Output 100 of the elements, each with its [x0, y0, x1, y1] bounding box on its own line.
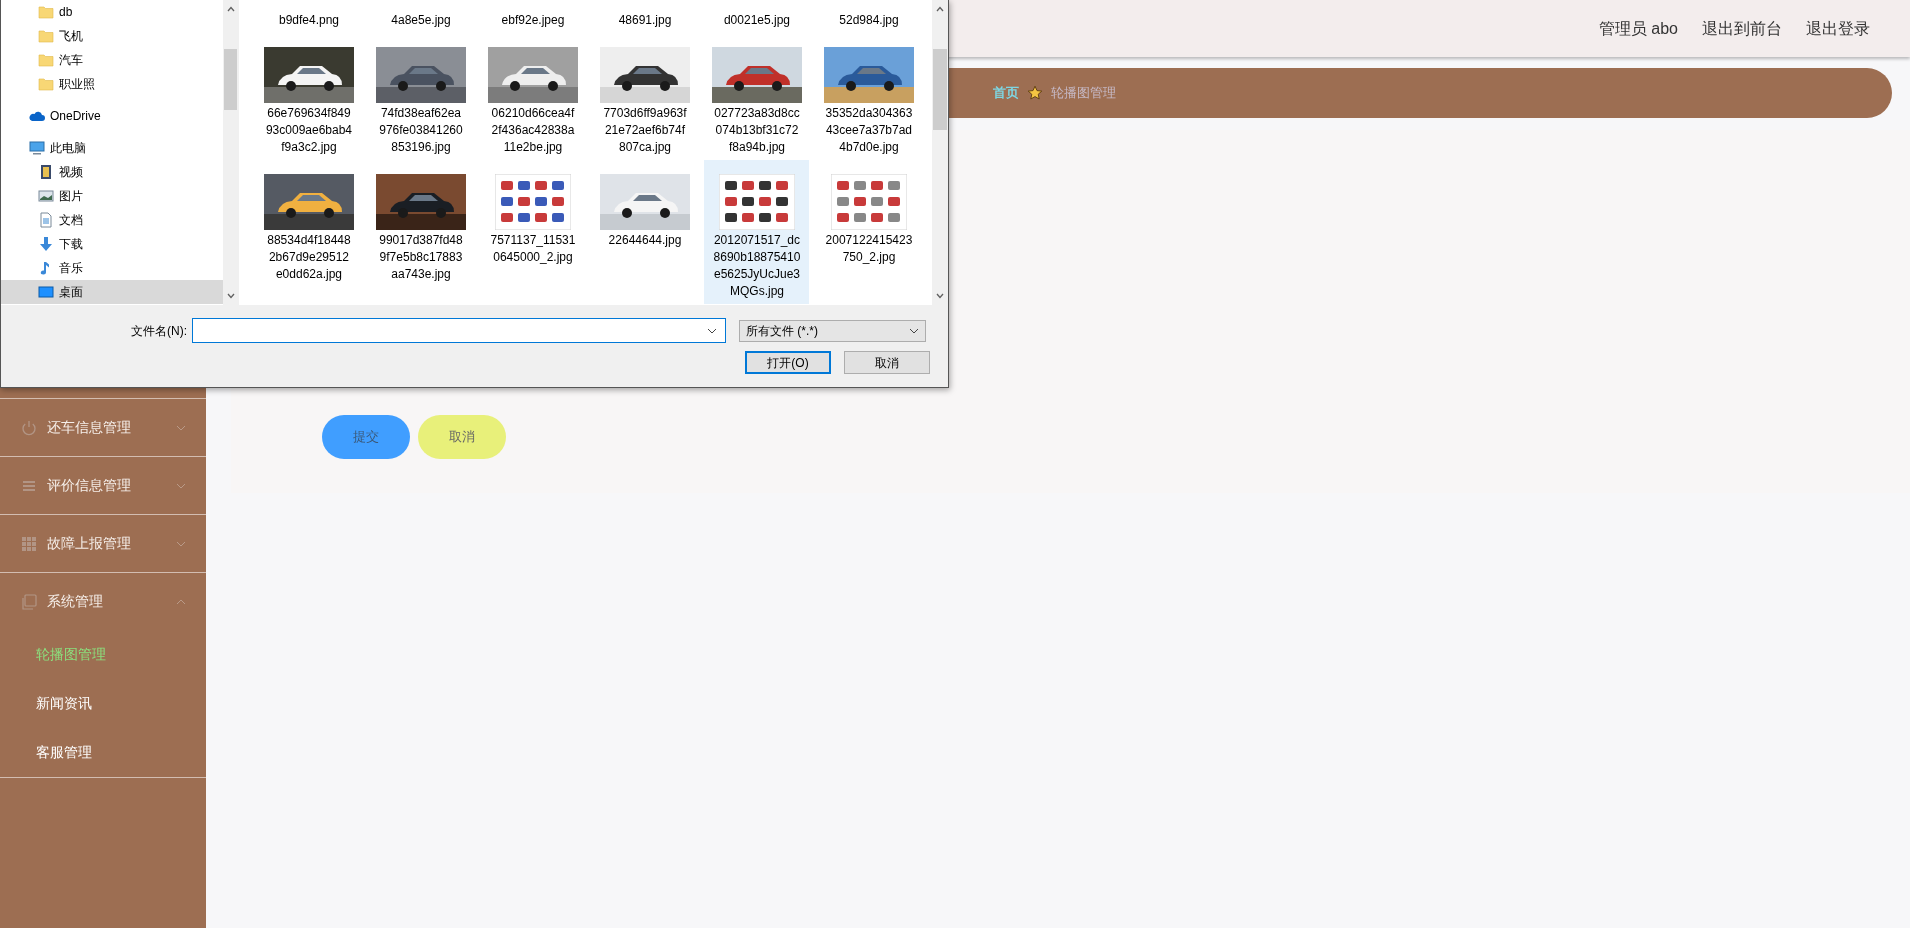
- tree-label: 职业照: [59, 76, 95, 93]
- file-item[interactable]: 48691.jpg: [592, 8, 698, 33]
- file-name: ebf92e.jpeg: [500, 12, 566, 29]
- file-item[interactable]: ebf92e.jpeg: [480, 8, 586, 33]
- sidebar-menu-item[interactable]: 评价信息管理: [0, 457, 206, 514]
- folder-icon: [38, 4, 54, 20]
- file-item[interactable]: 2012071517_dc 8690b18875410 e5625JyUcJue3 MQGs.jpg: [704, 160, 810, 304]
- file-name: 2007122415423 750_2.jpg: [824, 232, 914, 266]
- file-item[interactable]: 7703d6ff9a963f 21e72aef6b74f 807ca.jpg: [592, 33, 698, 160]
- scroll-thumb[interactable]: [933, 49, 947, 130]
- file-item[interactable]: 22644644.jpg: [592, 160, 698, 304]
- file-item[interactable]: 99017d387fd48 9f7e5b8c17883 aa743e.jpg: [368, 160, 474, 304]
- file-item[interactable]: 35352da304363 43cee7a37b7ad 4b7d0e.jpg: [816, 33, 922, 160]
- file-name: b9dfe4.png: [277, 12, 340, 29]
- file-name: 35352da304363 43cee7a37b7ad 4b7d0e.jpg: [824, 105, 914, 156]
- scroll-thumb[interactable]: [223, 49, 238, 110]
- tree-item[interactable]: 桌面: [1, 280, 223, 304]
- file-item[interactable]: 2007122415423 750_2.jpg: [816, 160, 922, 304]
- menu-label: 系统管理: [47, 592, 103, 611]
- tree-label: 此电脑: [50, 140, 86, 157]
- file-item[interactable]: 74fd38eaf62ea 976fe03841260 853196.jpg: [368, 33, 474, 160]
- image-icon: [38, 188, 54, 204]
- sidebar-subitem[interactable]: 客服管理: [0, 728, 206, 777]
- scroll-down-icon[interactable]: [226, 293, 235, 299]
- scroll-down-icon[interactable]: [936, 293, 945, 299]
- menu-label: 故障上报管理: [47, 534, 131, 553]
- header-link[interactable]: 退出登录: [1806, 16, 1870, 41]
- file-item[interactable]: d0021e5.jpg: [704, 8, 810, 33]
- tree-item[interactable]: 下载: [1, 232, 223, 256]
- sidebar-menu-item[interactable]: 系统管理: [0, 573, 206, 630]
- tree-label: 汽车: [59, 52, 83, 69]
- file-name: 99017d387fd48 9f7e5b8c17883 aa743e.jpg: [378, 232, 464, 283]
- folder-icon: [38, 52, 54, 68]
- file-item[interactable]: 7571137_11531 0645000_2.jpg: [480, 160, 586, 304]
- file-item[interactable]: 52d984.jpg: [816, 8, 922, 33]
- file-item[interactable]: 88534d4f18448 2b67d9e29512 e0dd62a.jpg: [256, 160, 362, 304]
- sidebar-menu-item[interactable]: 还车信息管理: [0, 399, 206, 456]
- tree-label: 音乐: [59, 260, 83, 277]
- tree-label: 文档: [59, 212, 83, 229]
- file-name-field[interactable]: [192, 318, 726, 343]
- tree-item[interactable]: 此电脑: [1, 136, 223, 160]
- menu-label: 评价信息管理: [47, 476, 131, 495]
- file-name: 7703d6ff9a963f 21e72aef6b74f 807ca.jpg: [602, 105, 688, 156]
- folder-icon: [38, 28, 54, 44]
- scrollbar[interactable]: [932, 0, 948, 305]
- menu-label: 还车信息管理: [47, 418, 131, 437]
- tree-item[interactable]: 音乐: [1, 256, 223, 280]
- film-icon: [38, 164, 54, 180]
- tree-item[interactable]: db: [1, 0, 223, 24]
- computer-icon: [29, 140, 45, 156]
- file-name: 7571137_11531 0645000_2.jpg: [489, 232, 577, 266]
- file-item[interactable]: 06210d66cea4f 2f436ac42838a 11e2be.jpg: [480, 33, 586, 160]
- tree-label: OneDrive: [50, 108, 101, 125]
- file-name: 74fd38eaf62ea 976fe03841260 853196.jpg: [378, 105, 464, 156]
- sidebar-subitem[interactable]: 新闻资讯: [0, 679, 206, 728]
- file-item[interactable]: 66e769634f849 93c009ae6bab4 f9a3c2.jpg: [256, 33, 362, 160]
- caret-icon: [909, 327, 919, 334]
- tree-item[interactable]: 图片: [1, 184, 223, 208]
- open-button[interactable]: 打开(O): [745, 351, 831, 374]
- file-name: 2012071517_dc 8690b18875410 e5625JyUcJue3 MQGs.jpg: [712, 232, 802, 300]
- header-link[interactable]: 管理员 abo: [1598, 16, 1678, 41]
- tree-label: 图片: [59, 188, 83, 205]
- tree-item[interactable]: 汽车: [1, 48, 223, 72]
- cancel-button[interactable]: 取消: [844, 351, 930, 374]
- tree-label: 视频: [59, 164, 83, 181]
- tree-item[interactable]: 职业照: [1, 72, 223, 96]
- caret-icon[interactable]: [707, 327, 717, 334]
- folder-icon: [38, 76, 54, 92]
- tree-label: 下载: [59, 236, 83, 253]
- tree-label: 桌面: [59, 284, 83, 301]
- document-icon: [38, 212, 54, 228]
- file-name: 4a8e5e.jpg: [390, 12, 452, 29]
- copy-icon: [20, 592, 38, 611]
- power-icon: [20, 418, 38, 437]
- file-name: 027723a83d8cc 074b13bf31c72 f8a94b.jpg: [713, 105, 801, 156]
- file-item[interactable]: b9dfe4.png: [256, 8, 362, 33]
- scroll-up-icon[interactable]: [226, 6, 235, 12]
- star-icon: [1027, 85, 1043, 101]
- breadcrumb-item: 轮播图管理: [1051, 84, 1116, 103]
- file-item[interactable]: 4a8e5e.jpg: [368, 8, 474, 33]
- tree-item[interactable]: OneDrive: [1, 104, 223, 128]
- cancel-button[interactable]: 取消: [418, 415, 506, 459]
- file-name-label: 文件名(N):: [130, 322, 188, 340]
- tree-label: 飞机: [59, 28, 83, 45]
- file-name: 88534d4f18448 2b67d9e29512 e0dd62a.jpg: [266, 232, 352, 283]
- grid-icon: [20, 534, 38, 553]
- tree-item[interactable]: 飞机: [1, 24, 223, 48]
- header-link[interactable]: 退出到前台: [1702, 16, 1782, 41]
- file-name: d0021e5.jpg: [722, 12, 791, 29]
- tree-item[interactable]: 文档: [1, 208, 223, 232]
- scroll-up-icon[interactable]: [936, 6, 945, 12]
- file-name: 22644644.jpg: [607, 232, 683, 249]
- file-name: 06210d66cea4f 2f436ac42838a 11e2be.jpg: [490, 105, 576, 156]
- file-name: 52d984.jpg: [838, 12, 900, 29]
- file-item[interactable]: 027723a83d8cc 074b13bf31c72 f8a94b.jpg: [704, 33, 810, 160]
- tree-item[interactable]: 视频: [1, 160, 223, 184]
- file-name: 66e769634f849 93c009ae6bab4 f9a3c2.jpg: [264, 105, 354, 156]
- file-type-select[interactable]: 所有文件 (*.*): [739, 319, 926, 342]
- sidebar-menu-item[interactable]: 故障上报管理: [0, 515, 206, 572]
- file-name: 48691.jpg: [617, 12, 673, 29]
